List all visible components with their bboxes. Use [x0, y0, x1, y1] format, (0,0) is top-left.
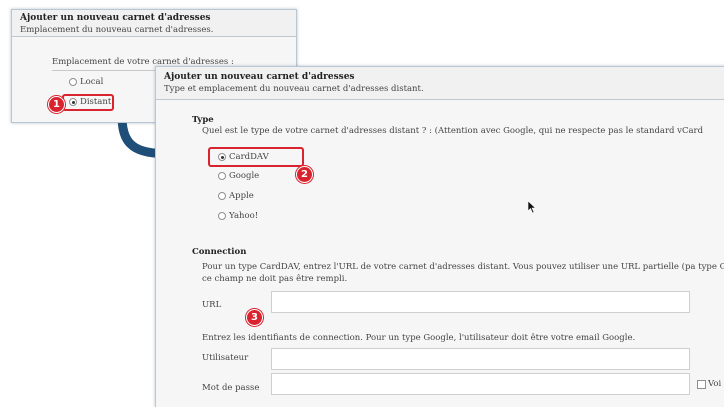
dialog-location-title: Ajouter un nouveau carnet d'adresses: [20, 13, 211, 23]
user-input[interactable]: [271, 348, 690, 370]
radio-yahoo-label: Yahoo!: [229, 211, 259, 221]
password-input[interactable]: [271, 373, 690, 395]
radio-local[interactable]: Local: [69, 77, 103, 87]
radio-apple-indicator[interactable]: [218, 192, 226, 200]
show-password-box[interactable]: [697, 379, 706, 389]
radio-apple[interactable]: Apple: [218, 191, 254, 201]
dialog-remote-title: Ajouter un nouveau carnet d'adresses: [164, 72, 355, 82]
radio-yahoo[interactable]: Yahoo!: [218, 211, 258, 221]
dialog-location-header: Ajouter un nouveau carnet d'adresses Emp…: [12, 10, 296, 37]
type-question: Quel est le type de votre carnet d'adres…: [202, 126, 704, 136]
radio-local-indicator[interactable]: [69, 78, 77, 86]
url-label: URL: [202, 300, 222, 310]
radio-google-indicator[interactable]: [218, 172, 226, 180]
password-label: Mot de passe: [202, 383, 260, 393]
highlight-carddav: [208, 147, 304, 167]
radio-google[interactable]: Google: [218, 171, 259, 181]
show-password-label: Voi: [708, 379, 722, 389]
url-input[interactable]: [271, 291, 690, 313]
dialog-remote-subtitle: Type et emplacement du nouveau carnet d'…: [164, 84, 424, 94]
dialog-remote-header: Ajouter un nouveau carnet d'adresses Typ…: [156, 67, 724, 100]
type-section-title: Type: [192, 115, 214, 125]
connection-section-title: Connection: [192, 247, 247, 257]
radio-yahoo-indicator[interactable]: [218, 212, 226, 220]
radio-google-label: Google: [229, 171, 260, 181]
user-label: Utilisateur: [202, 353, 249, 363]
radio-local-label: Local: [80, 77, 104, 87]
step-badge-1: 1: [48, 96, 65, 113]
show-password-checkbox[interactable]: Voi: [697, 379, 721, 389]
step-badge-2: 2: [296, 166, 313, 183]
mouse-cursor-icon: [528, 201, 536, 213]
radio-apple-label: Apple: [229, 191, 254, 201]
highlight-distant: [62, 94, 114, 111]
dialog-location-subtitle: Emplacement du nouveau carnet d'adresses…: [20, 25, 214, 35]
connection-description: Pour un type CardDAV, entrez l'URL de vo…: [202, 262, 724, 284]
dialog-remote: Ajouter un nouveau carnet d'adresses Typ…: [155, 66, 724, 407]
step-badge-3: 3: [246, 309, 263, 326]
credentials-description: Entrez les identifiants de connection. P…: [202, 333, 636, 343]
